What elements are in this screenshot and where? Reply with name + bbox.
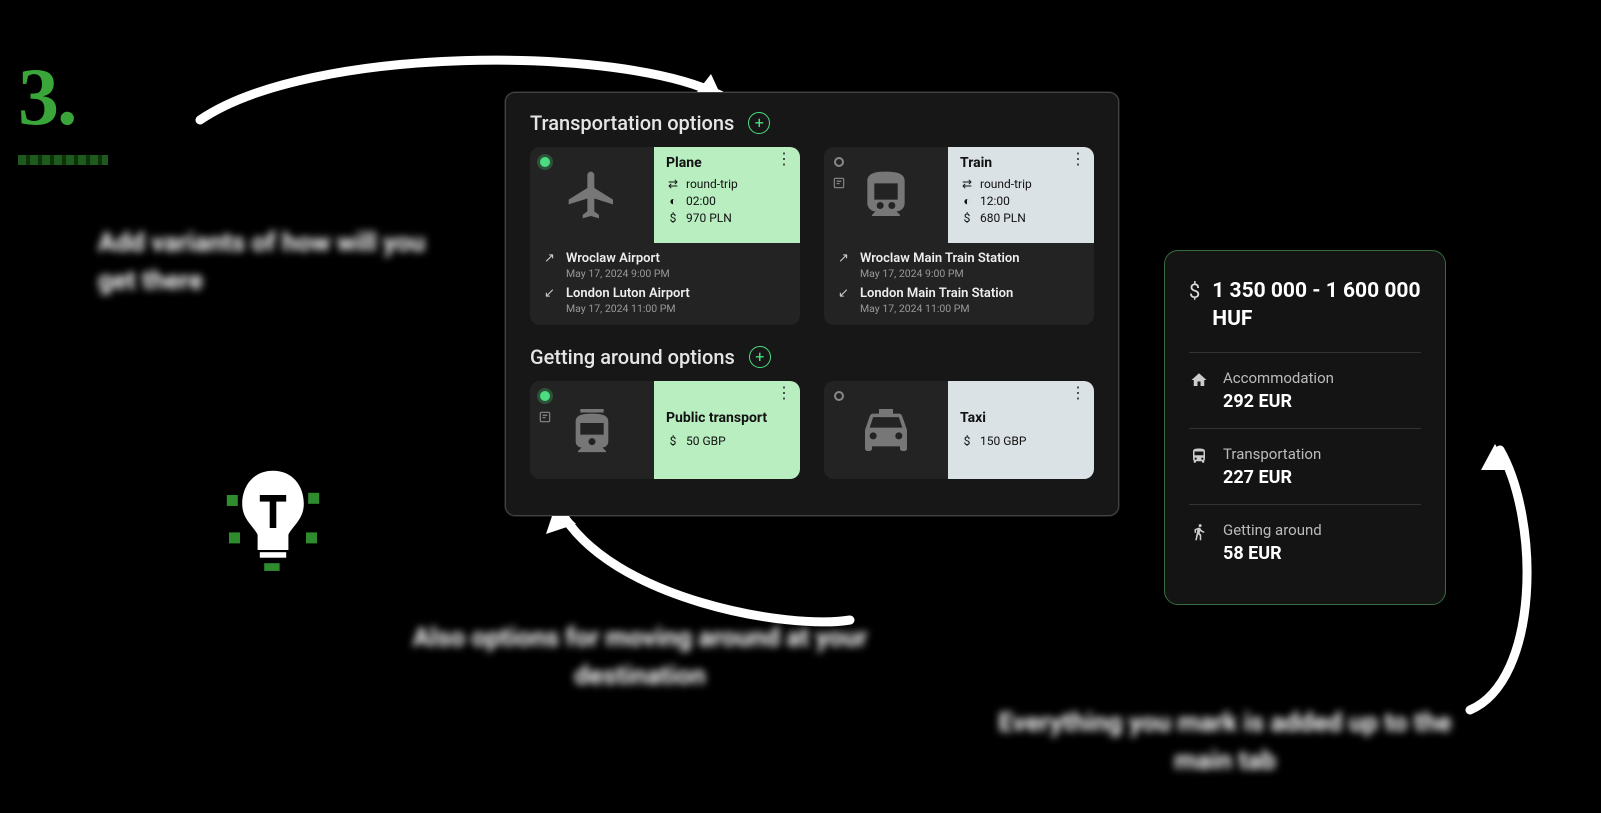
tram-icon [564,402,620,458]
getting-around-title: Getting around options [530,345,735,369]
depart-arrow-icon: ↗ [838,251,852,266]
budget-line-value: 292 EUR [1223,391,1334,412]
dollar-icon: $ [960,211,974,225]
route-details: ↗ Wroclaw Main Train Station May 17, 202… [824,243,1094,325]
destination-name: London Main Train Station [860,286,1013,301]
transport-card-train[interactable]: ⋮ Train ⇄ round-trip ◐ 12:00 $680 PLN ↗ Wr… [824,147,1094,325]
caption-add-variants: Add variants of how will you get there [98,225,448,300]
budget-line-accommodation: Accommodation 292 EUR [1189,353,1421,429]
budget-line-label: Transportation [1223,445,1321,463]
budget-total-amount: 1 350 000 - 1 600 000 HUF [1212,277,1421,334]
origin-name: Wroclaw Airport [566,251,670,266]
price: 50 GBP [686,434,726,448]
options-panel: Transportation options ⋮ Plane ⇄ round-tr… [505,92,1119,516]
depart-arrow-icon: ↗ [544,251,558,266]
budget-line-label: Getting around [1223,521,1322,539]
duration: 12:00 [980,194,1010,208]
card-type-label: Public transport [666,410,788,426]
getting-around-card-info: ⋮ Taxi $150 GBP [948,381,1094,479]
origin-name: Wroclaw Main Train Station [860,251,1020,266]
train-icon [858,167,914,223]
card-type-label: Taxi [960,410,1082,426]
walk-icon [1189,521,1209,564]
card-menu-button[interactable]: ⋮ [776,155,792,163]
status-indicator [834,157,844,167]
dollar-icon: $ [1189,279,1200,334]
dollar-icon: $ [666,434,680,448]
arrive-arrow-icon: ↙ [838,286,852,301]
lightbulb-decoration [218,462,328,572]
house-icon [1189,369,1209,412]
budget-line-value: 58 EUR [1223,543,1322,564]
dollar-icon: $ [666,211,680,225]
transport-card-info: ⋮ Train ⇄ round-trip ◐ 12:00 $680 PLN [948,147,1094,243]
destination-name: London Luton Airport [566,286,690,301]
clock-icon: ◐ [960,194,974,208]
arrow-to-budget [1440,430,1550,720]
price: 680 PLN [980,211,1026,225]
trip-type: round-trip [686,177,738,191]
getting-around-card-info: ⋮ Public transport $50 GBP [654,381,800,479]
taxi-icon [858,402,914,458]
transportation-section-header: Transportation options [530,111,1094,135]
roundtrip-icon: ⇄ [666,177,680,191]
destination-date: May 17, 2024 11:00 PM [860,302,1013,315]
dollar-icon: $ [960,434,974,448]
step-number: 3. [18,50,76,144]
arrive-arrow-icon: ↙ [544,286,558,301]
roundtrip-icon: ⇄ [960,177,974,191]
card-menu-button[interactable]: ⋮ [776,389,792,397]
status-indicator [834,391,844,401]
getting-around-card-public[interactable]: ⋮ Public transport $50 GBP [530,381,800,479]
card-type-label: Train [960,155,1082,171]
status-indicator [540,157,550,167]
status-indicator [540,391,550,401]
step-number-underline [18,155,108,165]
clock-icon: ◐ [666,194,680,208]
getting-around-section-header: Getting around options [530,345,1094,369]
note-icon [832,175,846,189]
transport-card-info: ⋮ Plane ⇄ round-trip ◐ 02:00 $970 PLN [654,147,800,243]
budget-line-getting-around: Getting around 58 EUR [1189,505,1421,580]
origin-date: May 17, 2024 9:00 PM [860,267,1020,280]
route-details: ↗ Wroclaw Airport May 17, 2024 9:00 PM ↙… [530,243,800,325]
trip-type: round-trip [980,177,1032,191]
budget-total: $ 1 350 000 - 1 600 000 HUF [1189,277,1421,353]
bus-icon [1189,445,1209,488]
duration: 02:00 [686,194,716,208]
transportation-title: Transportation options [530,111,734,135]
origin-date: May 17, 2024 9:00 PM [566,267,670,280]
note-icon [538,409,552,423]
plane-icon [564,167,620,223]
card-menu-button[interactable]: ⋮ [1070,155,1086,163]
budget-line-value: 227 EUR [1223,467,1321,488]
add-transportation-button[interactable] [748,112,770,134]
caption-everything-added: Everything you mark is added up to the m… [970,705,1480,780]
destination-date: May 17, 2024 11:00 PM [566,302,690,315]
add-getting-around-button[interactable] [749,346,771,368]
price: 970 PLN [686,211,732,225]
caption-moving-around: Also options for moving around at your d… [400,620,880,695]
getting-around-card-taxi[interactable]: ⋮ Taxi $150 GBP [824,381,1094,479]
budget-line-label: Accommodation [1223,369,1334,387]
card-menu-button[interactable]: ⋮ [1070,389,1086,397]
transport-card-plane[interactable]: ⋮ Plane ⇄ round-trip ◐ 02:00 $970 PLN ↗ Wr… [530,147,800,325]
budget-line-transportation: Transportation 227 EUR [1189,429,1421,505]
card-type-label: Plane [666,155,788,171]
budget-summary-card: $ 1 350 000 - 1 600 000 HUF Accommodatio… [1164,250,1446,605]
price: 150 GBP [980,434,1026,448]
